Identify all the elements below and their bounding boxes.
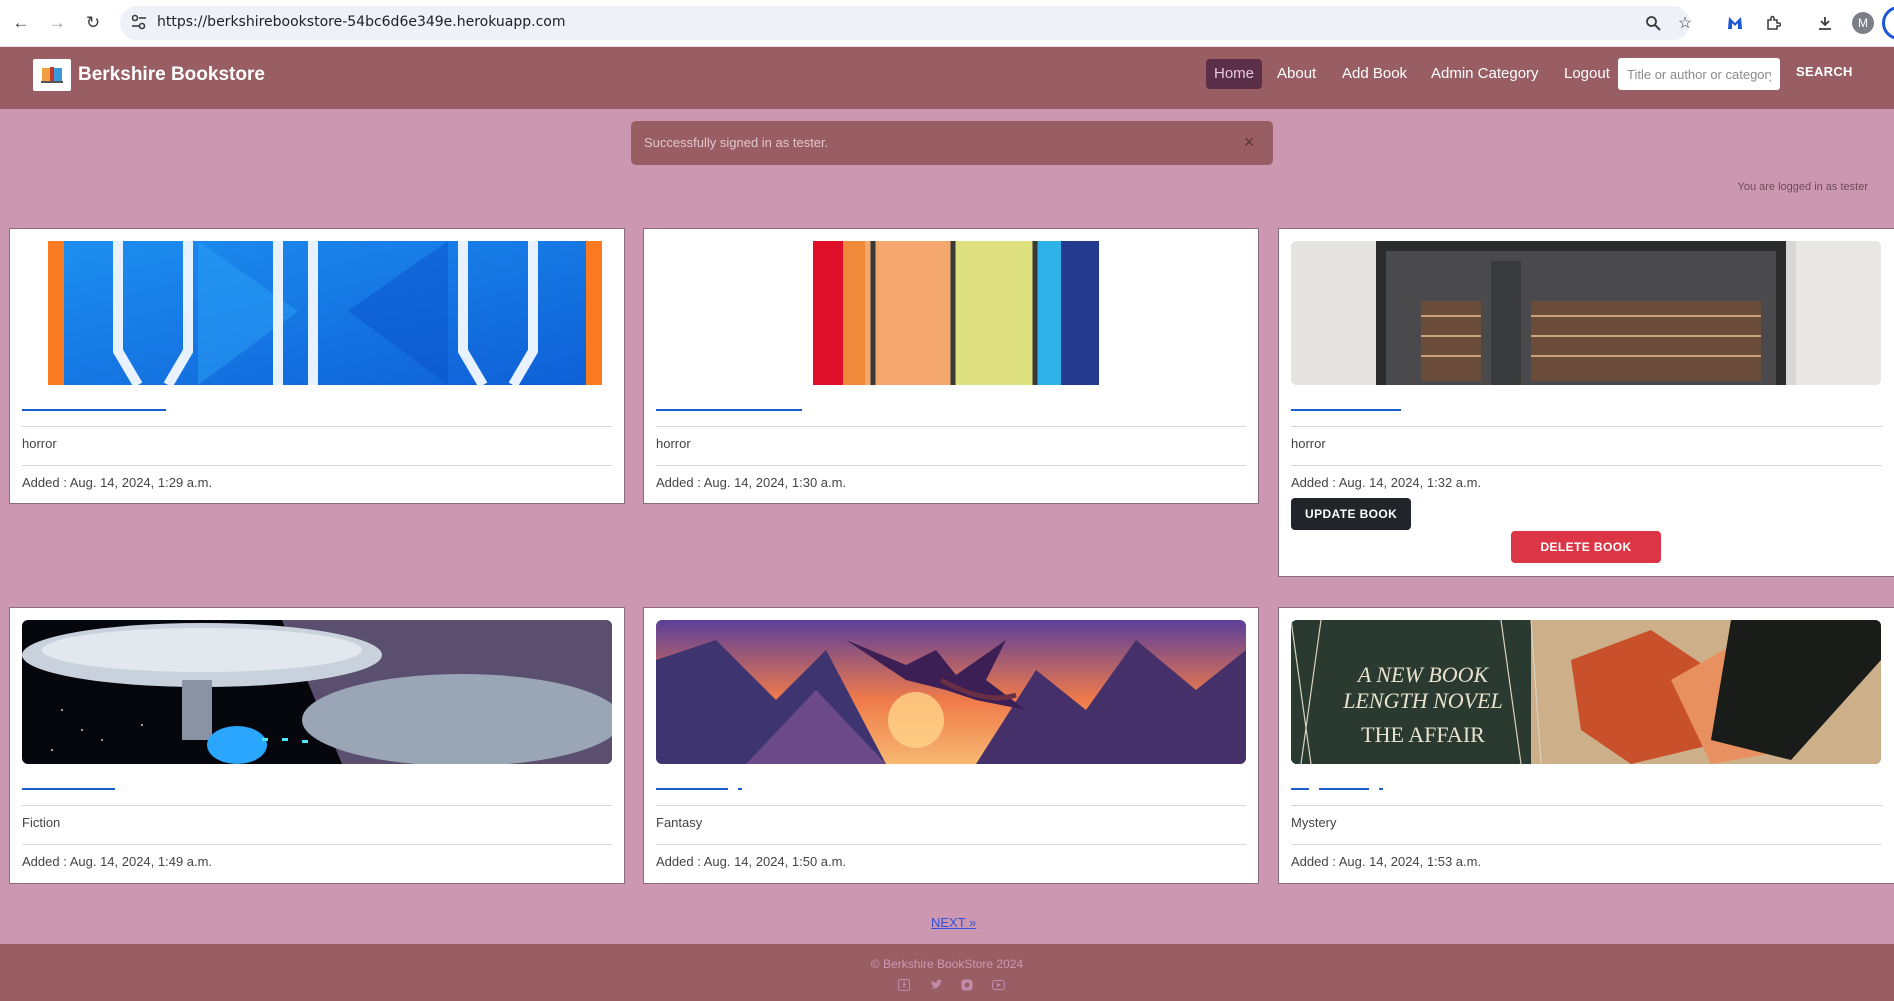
- divider: [22, 805, 612, 806]
- youtube-icon[interactable]: [991, 979, 1005, 993]
- divider: [656, 844, 1246, 845]
- divider: [1291, 805, 1882, 806]
- divider: [22, 426, 612, 427]
- book-cover-image[interactable]: [22, 620, 612, 764]
- book-cover-image[interactable]: [1291, 241, 1881, 385]
- malwarebytes-extension-icon[interactable]: [1724, 12, 1746, 34]
- extensions-puzzle-icon[interactable]: [1762, 12, 1784, 34]
- book-title-link-part[interactable]: [1379, 788, 1383, 790]
- book-added-date: Added : Aug. 14, 2024, 1:29 a.m.: [22, 475, 213, 490]
- divider: [1291, 465, 1882, 466]
- book-category: horror: [656, 436, 691, 451]
- book-card: horror Added : Aug. 14, 2024, 1:30 a.m.: [643, 228, 1259, 504]
- book-cover-image[interactable]: A NEW BOOK LENGTH NOVEL THE AFFAIR: [1291, 620, 1881, 764]
- copyright-text: © Berkshire BookStore 2024: [870, 957, 1024, 971]
- forward-icon[interactable]: →: [44, 10, 70, 36]
- book-title-link[interactable]: [22, 409, 166, 411]
- book-category: horror: [1291, 436, 1326, 451]
- book-title-link[interactable]: [656, 409, 802, 411]
- book-added-date: Added : Aug. 14, 2024, 1:32 a.m.: [1291, 475, 1482, 490]
- brand[interactable]: Berkshire Bookstore: [33, 59, 265, 91]
- profile-avatar[interactable]: M: [1852, 12, 1874, 34]
- next-page-link[interactable]: NEXT »: [931, 915, 976, 930]
- book-cover-image[interactable]: [813, 241, 1099, 385]
- book-card: horror Added : Aug. 14, 2024, 1:29 a.m.: [9, 228, 625, 504]
- search-button[interactable]: SEARCH: [1796, 64, 1853, 79]
- book-category: Mystery: [1291, 815, 1337, 830]
- book-logo-icon: [33, 59, 71, 91]
- book-card: A NEW BOOK LENGTH NOVEL THE AFFAIR Myste…: [1278, 607, 1894, 884]
- close-icon[interactable]: ×: [1237, 130, 1261, 154]
- nav-add-book[interactable]: Add Book: [1334, 59, 1415, 89]
- book-category: horror: [22, 436, 57, 451]
- book-added-date: Added : Aug. 14, 2024, 1:49 a.m.: [22, 854, 213, 869]
- brand-name: Berkshire Bookstore: [78, 64, 265, 85]
- alert-message: Successfully signed in as tester.: [644, 135, 829, 150]
- url-text[interactable]: https://berkshirebookstore-54bc6d6e349e.…: [157, 14, 566, 30]
- back-icon[interactable]: ←: [8, 10, 34, 36]
- book-title-link-part[interactable]: [738, 788, 742, 790]
- cover-text-line-1: A NEW BOOK: [1356, 662, 1490, 687]
- book-title-link[interactable]: [656, 788, 728, 790]
- divider: [1291, 426, 1882, 427]
- book-added-date: Added : Aug. 14, 2024, 1:50 a.m.: [656, 854, 847, 869]
- search-input[interactable]: [1618, 58, 1780, 90]
- book-title-link[interactable]: [1291, 409, 1401, 411]
- bookmark-star-icon[interactable]: ☆: [1674, 12, 1696, 34]
- nav-logout[interactable]: Logout: [1556, 59, 1618, 89]
- side-panel-icon[interactable]: [1882, 6, 1894, 40]
- book-category: Fiction: [22, 815, 61, 830]
- book-cover-image[interactable]: [48, 241, 602, 385]
- divider: [656, 426, 1246, 427]
- book-card: horror Added : Aug. 14, 2024, 1:32 a.m. …: [1278, 228, 1894, 577]
- reload-icon[interactable]: ↻: [80, 10, 106, 36]
- nav-home[interactable]: Home: [1206, 59, 1263, 89]
- book-card: Fiction Added : Aug. 14, 2024, 1:49 a.m.: [9, 607, 625, 884]
- book-card: Fantasy Added : Aug. 14, 2024, 1:50 a.m.: [643, 607, 1259, 884]
- success-alert: Successfully signed in as tester. ×: [631, 121, 1273, 165]
- site-settings-icon[interactable]: [130, 13, 148, 31]
- site-footer: © Berkshire BookStore 2024: [0, 944, 1894, 1001]
- divider: [22, 844, 612, 845]
- site-navbar: Berkshire Bookstore Home About Add Book …: [0, 47, 1894, 109]
- twitter-icon[interactable]: [929, 979, 943, 993]
- cover-text-line-3: THE AFFAIR: [1361, 722, 1485, 747]
- book-cover-image[interactable]: [656, 620, 1246, 764]
- nav-about[interactable]: About: [1269, 59, 1324, 89]
- delete-book-button[interactable]: DELETE BOOK: [1511, 531, 1661, 563]
- divider: [22, 465, 612, 466]
- divider: [656, 465, 1246, 466]
- browser-toolbar: ← → ↻ https://berkshirebookstore-54bc6d6…: [0, 0, 1894, 47]
- divider: [1291, 844, 1882, 845]
- book-category: Fantasy: [656, 815, 703, 830]
- instagram-icon[interactable]: [960, 979, 974, 993]
- book-title-link-part[interactable]: [1319, 788, 1369, 790]
- zoom-icon[interactable]: [1642, 12, 1664, 34]
- book-added-date: Added : Aug. 14, 2024, 1:30 a.m.: [656, 475, 847, 490]
- book-added-date: Added : Aug. 14, 2024, 1:53 a.m.: [1291, 854, 1482, 869]
- update-book-button[interactable]: UPDATE BOOK: [1291, 498, 1412, 530]
- download-icon[interactable]: [1814, 12, 1836, 34]
- nav-admin-category[interactable]: Admin Category: [1423, 59, 1547, 89]
- cover-text-line-2: LENGTH NOVEL: [1342, 688, 1503, 713]
- divider: [656, 805, 1246, 806]
- facebook-icon[interactable]: [897, 979, 911, 993]
- login-status: You are logged in as tester: [1737, 181, 1868, 193]
- book-title-link[interactable]: [1291, 788, 1309, 790]
- book-title-link[interactable]: [22, 788, 115, 790]
